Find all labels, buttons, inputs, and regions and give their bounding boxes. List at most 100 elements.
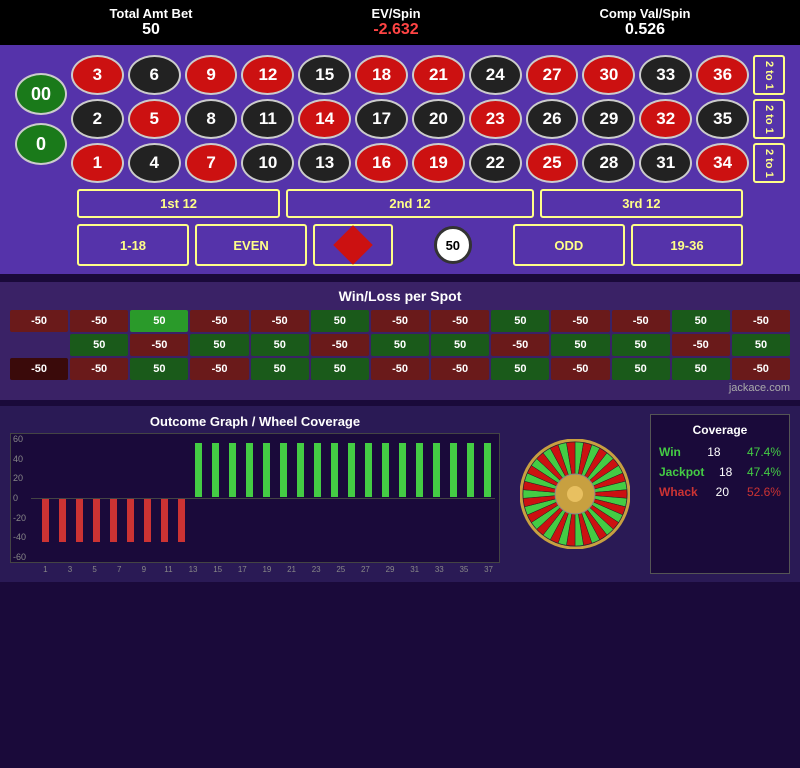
chip[interactable]: 50 (434, 226, 472, 264)
bar-4 (105, 434, 121, 562)
number-27[interactable]: 27 (526, 55, 579, 95)
cov-jackpot-pct: 47.4% (747, 465, 781, 479)
number-9[interactable]: 9 (185, 55, 238, 95)
number-30[interactable]: 30 (582, 55, 635, 95)
dozen-1-btn[interactable]: 1st 12 (77, 189, 280, 218)
number-12[interactable]: 12 (241, 55, 294, 95)
bar-18 (343, 434, 359, 562)
number-21[interactable]: 21 (412, 55, 465, 95)
wl-cell-1-4: 50 (251, 334, 309, 356)
dozen-3-btn[interactable]: 3rd 12 (540, 189, 743, 218)
number-18[interactable]: 18 (355, 55, 408, 95)
bar-24 (445, 434, 461, 562)
bar-element (246, 443, 253, 497)
bars-container (15, 434, 495, 562)
x-axis-label: 3 (59, 565, 82, 574)
roulette-table-section: 00 0 36912151821242730333625811141720232… (0, 45, 800, 274)
number-29[interactable]: 29 (582, 99, 635, 139)
number-6[interactable]: 6 (128, 55, 181, 95)
number-28[interactable]: 28 (582, 143, 635, 183)
number-17[interactable]: 17 (355, 99, 408, 139)
number-8[interactable]: 8 (185, 99, 238, 139)
bet-118-btn[interactable]: 1-18 (77, 224, 189, 266)
bet-even-btn[interactable]: EVEN (195, 224, 307, 266)
betting-row: 1-18 EVEN 50 ODD 19-36 (15, 224, 785, 266)
x-axis-label: 1 (34, 565, 57, 574)
bar-12 (241, 434, 257, 562)
number-24[interactable]: 24 (469, 55, 522, 95)
roulette-table: 00 0 36912151821242730333625811141720232… (15, 55, 785, 183)
x-axis-label: 5 (83, 565, 106, 574)
number-4[interactable]: 4 (128, 143, 181, 183)
number-23[interactable]: 23 (469, 99, 522, 139)
graph-area: Outcome Graph / Wheel Coverage 6040200-2… (10, 414, 500, 574)
wl-cell-2-4: 50 (251, 358, 309, 380)
bar-element (178, 499, 185, 542)
bar-0 (37, 434, 53, 562)
number-22[interactable]: 22 (469, 143, 522, 183)
bar-13 (258, 434, 274, 562)
x-axis-label: 27 (354, 565, 377, 574)
bar-element (144, 499, 151, 542)
wl-cell-2-2: 50 (130, 358, 188, 380)
col-bet-3[interactable]: 2 to 1 (753, 143, 785, 183)
number-35[interactable]: 35 (696, 99, 749, 139)
number-11[interactable]: 11 (241, 99, 294, 139)
bar-element (467, 443, 474, 497)
number-31[interactable]: 31 (639, 143, 692, 183)
number-32[interactable]: 32 (639, 99, 692, 139)
wl-row-0: -50-5050-50-5050-50-5050-50-5050-50 (10, 310, 790, 332)
number-7[interactable]: 7 (185, 143, 238, 183)
dozen-row: 1st 12 2nd 12 3rd 12 (15, 189, 785, 218)
wl-cell-0-2: 50 (130, 310, 188, 332)
ev-spin-value: -2.632 (371, 21, 420, 39)
number-3[interactable]: 3 (71, 55, 124, 95)
cov-win-label: Win (659, 445, 681, 459)
double-zero[interactable]: 00 (15, 73, 67, 115)
cov-win-num: 18 (707, 445, 720, 459)
bar-element (280, 443, 287, 497)
x-axis-label: 23 (305, 565, 328, 574)
bet-odd-btn[interactable]: ODD (513, 224, 625, 266)
number-26[interactable]: 26 (526, 99, 579, 139)
number-10[interactable]: 10 (241, 143, 294, 183)
roulette-wheel (520, 439, 630, 549)
bar-element (365, 443, 372, 497)
winloss-title: Win/Loss per Spot (10, 288, 790, 304)
number-34[interactable]: 34 (696, 143, 749, 183)
coverage-whack-row: Whack 20 52.6% (659, 485, 781, 499)
bar-element (127, 499, 134, 542)
bar-19 (360, 434, 376, 562)
wl-cell-2-11: 50 (672, 358, 730, 380)
number-33[interactable]: 33 (639, 55, 692, 95)
single-zero[interactable]: 0 (15, 123, 67, 165)
number-1[interactable]: 1 (71, 143, 124, 183)
number-16[interactable]: 16 (355, 143, 408, 183)
col-bet-1[interactable]: 2 to 1 (753, 55, 785, 95)
number-13[interactable]: 13 (298, 143, 351, 183)
number-15[interactable]: 15 (298, 55, 351, 95)
number-20[interactable]: 20 (412, 99, 465, 139)
wl-cell-2-3: -50 (190, 358, 248, 380)
number-5[interactable]: 5 (128, 99, 181, 139)
x-axis-label: 7 (108, 565, 131, 574)
number-36[interactable]: 36 (696, 55, 749, 95)
bar-element (484, 443, 491, 497)
number-2[interactable]: 2 (71, 99, 124, 139)
number-25[interactable]: 25 (526, 143, 579, 183)
col-bet-2[interactable]: 2 to 1 (753, 99, 785, 139)
wl-cell-2-8: 50 (491, 358, 549, 380)
wl-cell-1-7: 50 (431, 334, 489, 356)
number-19[interactable]: 19 (412, 143, 465, 183)
cov-jackpot-num: 18 (719, 465, 732, 479)
bet-1936-btn[interactable]: 19-36 (631, 224, 743, 266)
cov-jackpot-label: Jackpot (659, 465, 704, 479)
red-diamond-icon (333, 225, 373, 265)
dozen-2-btn[interactable]: 2nd 12 (286, 189, 534, 218)
number-14[interactable]: 14 (298, 99, 351, 139)
wl-cell-2-12: -50 (732, 358, 790, 380)
bar-5 (122, 434, 138, 562)
red-bet-btn[interactable] (313, 224, 393, 266)
cov-whack-label: Whack (659, 485, 698, 499)
wl-cell-2-6: -50 (371, 358, 429, 380)
